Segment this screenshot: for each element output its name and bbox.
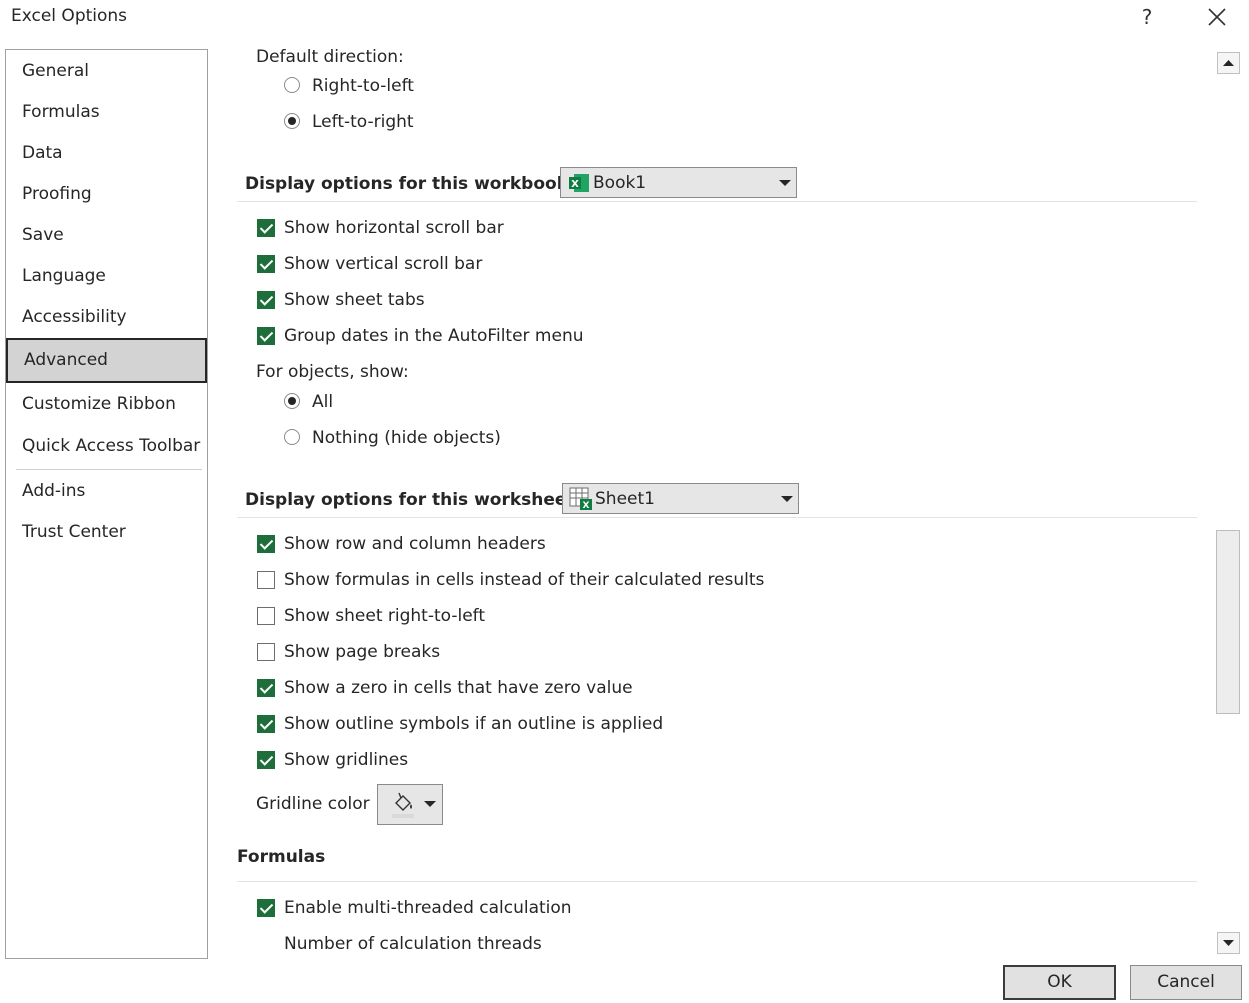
show-sheet-tabs-checkbox[interactable] — [257, 291, 275, 309]
section-divider — [237, 201, 1197, 202]
workbook-dropdown-value: Book1 — [593, 173, 647, 193]
svg-text:X: X — [571, 179, 579, 190]
worksheet-section-header: Display options for this worksheet: — [245, 490, 582, 510]
right-to-left-radio[interactable] — [284, 77, 300, 93]
close-icon — [1208, 8, 1226, 26]
left-to-right-radio[interactable] — [284, 113, 300, 129]
show-zero-label[interactable]: Show a zero in cells that have zero valu… — [284, 678, 633, 698]
gridline-color-picker[interactable] — [377, 784, 443, 825]
worksheet-dropdown-value: Sheet1 — [595, 489, 655, 509]
group-dates-label[interactable]: Group dates in the AutoFilter menu — [284, 326, 584, 346]
show-row-column-headers-label[interactable]: Show row and column headers — [284, 534, 546, 554]
sidebar-item-language[interactable]: Language — [6, 256, 207, 296]
help-button[interactable]: ? — [1132, 4, 1162, 30]
sidebar-item-advanced[interactable]: Advanced — [6, 338, 207, 383]
sidebar-divider — [16, 469, 202, 470]
group-dates-checkbox[interactable] — [257, 327, 275, 345]
formulas-section-header: Formulas — [237, 847, 326, 867]
sidebar-item-formulas[interactable]: Formulas — [6, 92, 207, 132]
show-outline-symbols-label[interactable]: Show outline symbols if an outline is ap… — [284, 714, 663, 734]
show-row-column-headers-checkbox[interactable] — [257, 535, 275, 553]
arrow-up-icon — [1223, 60, 1234, 66]
sidebar-item-quick-access-toolbar[interactable]: Quick Access Toolbar — [6, 426, 207, 466]
workbook-dropdown[interactable]: X Book1 — [560, 167, 797, 198]
arrow-down-icon — [1223, 940, 1234, 946]
section-divider — [237, 881, 1197, 882]
show-page-breaks-label[interactable]: Show page breaks — [284, 642, 440, 662]
excel-workbook-icon: X — [569, 174, 589, 192]
show-horizontal-scroll-bar-checkbox[interactable] — [257, 219, 275, 237]
paint-bucket-icon — [392, 792, 414, 818]
scroll-down-button[interactable] — [1217, 932, 1240, 954]
sidebar-item-accessibility[interactable]: Accessibility — [6, 297, 207, 337]
show-formulas-checkbox[interactable] — [257, 571, 275, 589]
sidebar-item-trust-center[interactable]: Trust Center — [6, 512, 207, 552]
close-button[interactable] — [1202, 4, 1232, 30]
gridline-color-label: Gridline color — [256, 794, 370, 814]
excel-sheet-icon: X — [569, 487, 592, 511]
sidebar: General Formulas Data Proofing Save Lang… — [5, 49, 208, 959]
enable-multithreaded-checkbox[interactable] — [257, 899, 275, 917]
ok-button[interactable]: OK — [1003, 965, 1116, 1000]
show-vertical-scroll-bar-checkbox[interactable] — [257, 255, 275, 273]
show-outline-symbols-checkbox[interactable] — [257, 715, 275, 733]
chevron-down-icon — [781, 496, 793, 502]
sidebar-item-data[interactable]: Data — [6, 133, 207, 173]
section-divider — [237, 517, 1197, 518]
show-formulas-label[interactable]: Show formulas in cells instead of their … — [284, 570, 764, 590]
objects-nothing-radio[interactable] — [284, 429, 300, 445]
chevron-down-icon — [424, 801, 436, 807]
for-objects-label: For objects, show: — [256, 362, 409, 382]
show-sheet-right-to-left-label[interactable]: Show sheet right-to-left — [284, 606, 485, 626]
right-to-left-label[interactable]: Right-to-left — [312, 76, 414, 96]
scroll-thumb[interactable] — [1216, 530, 1240, 714]
show-zero-checkbox[interactable] — [257, 679, 275, 697]
show-sheet-tabs-label[interactable]: Show sheet tabs — [284, 290, 425, 310]
show-sheet-right-to-left-checkbox[interactable] — [257, 607, 275, 625]
calculation-threads-label: Number of calculation threads — [284, 934, 542, 954]
sidebar-item-general[interactable]: General — [6, 51, 207, 91]
workbook-section-header: Display options for this workbook: — [245, 174, 575, 194]
left-to-right-label[interactable]: Left-to-right — [312, 112, 414, 132]
enable-multithreaded-label[interactable]: Enable multi-threaded calculation — [284, 898, 572, 918]
scroll-up-button[interactable] — [1217, 52, 1240, 74]
sidebar-item-customize-ribbon[interactable]: Customize Ribbon — [6, 384, 207, 424]
svg-text:X: X — [583, 501, 590, 511]
show-gridlines-label[interactable]: Show gridlines — [284, 750, 408, 770]
cancel-button[interactable]: Cancel — [1130, 965, 1242, 1000]
show-page-breaks-checkbox[interactable] — [257, 643, 275, 661]
sidebar-item-save[interactable]: Save — [6, 215, 207, 255]
sidebar-item-add-ins[interactable]: Add-ins — [6, 471, 207, 511]
vertical-scrollbar[interactable] — [1216, 49, 1241, 957]
chevron-down-icon — [779, 180, 791, 186]
show-gridlines-checkbox[interactable] — [257, 751, 275, 769]
objects-all-label[interactable]: All — [312, 392, 333, 412]
default-direction-label: Default direction: — [256, 47, 404, 67]
show-horizontal-scroll-bar-label[interactable]: Show horizontal scroll bar — [284, 218, 504, 238]
window-title: Excel Options — [11, 6, 128, 26]
objects-all-radio[interactable] — [284, 393, 300, 409]
worksheet-dropdown[interactable]: X Sheet1 — [562, 483, 799, 514]
sidebar-item-proofing[interactable]: Proofing — [6, 174, 207, 214]
objects-nothing-label[interactable]: Nothing (hide objects) — [312, 428, 501, 448]
show-vertical-scroll-bar-label[interactable]: Show vertical scroll bar — [284, 254, 482, 274]
